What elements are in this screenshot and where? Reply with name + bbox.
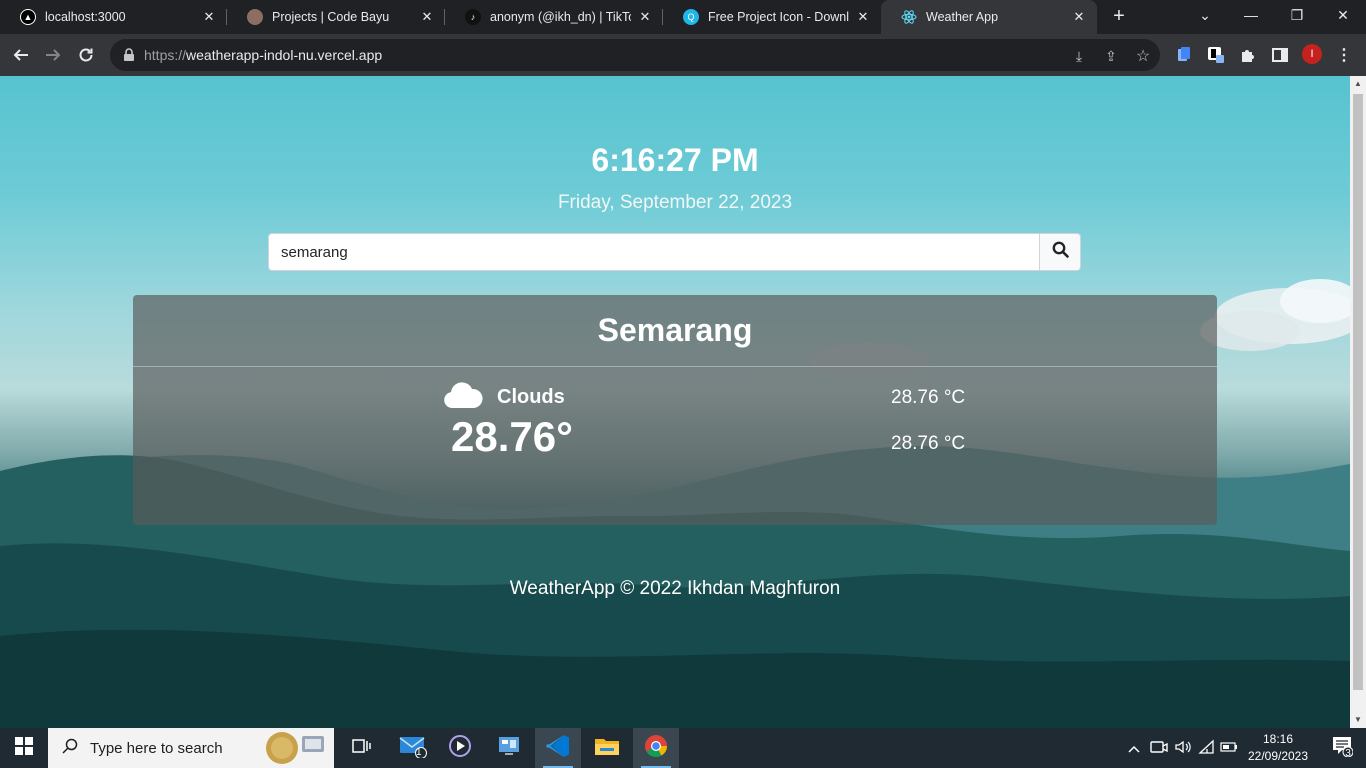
extensions-puzzle-icon[interactable] — [1238, 45, 1258, 65]
current-time: 6:16:27 PM — [591, 142, 759, 178]
page-scrollbar[interactable]: ▲ ▼ — [1350, 76, 1366, 728]
task-view-icon — [351, 738, 371, 759]
vscode-icon — [545, 733, 571, 764]
windows-logo-icon — [15, 736, 33, 760]
back-button[interactable] — [8, 42, 34, 68]
close-tab-icon[interactable]: ✕ — [201, 9, 217, 25]
windows-taskbar: Type here to search 1 18:16 22/09/2023 3 — [0, 728, 1366, 768]
chrome-icon — [644, 734, 668, 763]
temperature-max: 28.76 °C — [891, 433, 966, 454]
condition-label: Clouds — [497, 386, 565, 408]
side-panel-icon[interactable] — [1270, 45, 1290, 65]
close-tab-icon[interactable]: ✕ — [637, 9, 653, 25]
search-highlight-icon[interactable] — [262, 730, 326, 766]
lock-icon[interactable] — [122, 48, 136, 62]
taskbar-media-player[interactable] — [437, 728, 483, 768]
show-hidden-icons-button[interactable] — [1124, 728, 1144, 768]
tab-search-icon[interactable]: ⌄ — [1182, 0, 1228, 30]
control-panel-icon — [497, 735, 521, 762]
action-center-button[interactable]: 3 — [1322, 728, 1362, 768]
city-search-form — [268, 233, 1081, 271]
restore-button[interactable]: ❐ — [1274, 0, 1320, 30]
taskbar-clock[interactable]: 18:16 22/09/2023 — [1236, 731, 1320, 765]
chevron-up-icon — [1128, 741, 1140, 756]
city-search-input[interactable] — [268, 233, 1040, 271]
close-tab-icon[interactable]: ✕ — [1071, 9, 1087, 25]
tab-title: Weather App — [926, 10, 999, 24]
new-tab-button[interactable]: + — [1108, 6, 1130, 28]
tab-tiktok[interactable]: ♪ anonym (@ikh_dn) | TikTok ✕ — [445, 0, 663, 34]
share-icon[interactable]: ⇪ — [1102, 47, 1120, 65]
search-icon — [1052, 241, 1069, 263]
tab-code-bayu[interactable]: Projects | Code Bayu ✕ — [227, 0, 445, 34]
tray-network[interactable] — [1196, 728, 1218, 768]
scroll-up-icon[interactable]: ▲ — [1354, 80, 1362, 88]
tray-volume[interactable] — [1172, 728, 1194, 768]
cloud-icon — [443, 381, 483, 414]
bookmark-star-icon[interactable]: ☆ — [1134, 47, 1152, 65]
mail-icon — [398, 734, 428, 763]
wifi-icon — [1198, 739, 1216, 758]
tab-title: localhost:3000 — [45, 10, 126, 24]
taskbar-chrome[interactable] — [633, 728, 679, 768]
taskbar-vscode[interactable] — [535, 728, 581, 768]
search-icon — [62, 738, 78, 759]
install-icon[interactable]: ⤓ — [1070, 47, 1088, 65]
close-window-button[interactable]: ✕ — [1320, 0, 1366, 30]
react-icon — [901, 9, 917, 25]
camera-icon — [1150, 739, 1168, 758]
avatar-icon — [247, 9, 263, 25]
speaker-icon — [1174, 739, 1192, 758]
tab-strip: ▲ localhost:3000 ✕ Projects | Code Bayu … — [0, 0, 1366, 34]
tab-weather-app[interactable]: Weather App ✕ — [881, 0, 1097, 34]
tab-localhost[interactable]: ▲ localhost:3000 ✕ — [0, 0, 227, 34]
taskbar-control-panel[interactable] — [486, 728, 532, 768]
search-button[interactable] — [1040, 233, 1081, 271]
task-view-button[interactable] — [338, 728, 384, 768]
start-button[interactable] — [0, 728, 48, 768]
clock-date: 22/09/2023 — [1247, 749, 1309, 763]
temperature-min: 28.76 °C — [891, 387, 966, 408]
tiktok-icon: ♪ — [465, 9, 481, 25]
weather-condition: Clouds — [443, 381, 565, 414]
extension-docs-icon[interactable] — [1174, 45, 1194, 65]
forward-button[interactable] — [40, 42, 66, 68]
taskbar-search-box[interactable]: Type here to search — [48, 728, 334, 768]
play-icon — [448, 734, 472, 763]
reload-button[interactable] — [73, 42, 99, 68]
weather-card: Semarang Clouds 28.76° 28.76 °C 28.76 °C — [133, 295, 1217, 525]
url-host: weatherapp-indol-nu.vercel.app — [186, 47, 383, 63]
close-tab-icon[interactable]: ✕ — [855, 9, 871, 25]
taskbar-search-placeholder: Type here to search — [90, 739, 223, 757]
folder-icon — [594, 735, 620, 762]
profile-avatar[interactable]: I — [1302, 44, 1322, 64]
mail-badge: 1 — [416, 747, 422, 758]
url-scheme: https:// — [144, 47, 187, 63]
search-brand-icon: Q — [683, 9, 699, 25]
page-viewport: 6:16:27 PM Friday, September 22, 2023 Se… — [0, 76, 1350, 728]
tab-title: Free Project Icon - Download — [708, 10, 849, 24]
tray-meet-now[interactable] — [1148, 728, 1170, 768]
current-date: Friday, September 22, 2023 — [557, 192, 793, 213]
footer-credit: WeatherApp © 2022 Ikhdan Maghfuron — [509, 578, 841, 599]
triangle-icon: ▲ — [20, 9, 36, 25]
tab-title: Projects | Code Bayu — [272, 10, 390, 24]
scroll-down-icon[interactable]: ▼ — [1354, 716, 1362, 724]
minimize-button[interactable]: — — [1228, 0, 1274, 30]
close-tab-icon[interactable]: ✕ — [419, 9, 435, 25]
notification-count: 3 — [1345, 748, 1351, 759]
address-bar[interactable]: https://weatherapp-indol-nu.vercel.app ⤓… — [110, 39, 1160, 71]
clock-time: 18:16 — [1262, 732, 1294, 746]
taskbar-mail[interactable]: 1 — [390, 728, 436, 768]
taskbar-file-explorer[interactable] — [584, 728, 630, 768]
tab-free-project-icon[interactable]: Q Free Project Icon - Download ✕ — [663, 0, 881, 34]
extension-dark-icon[interactable] — [1206, 45, 1226, 65]
browser-toolbar: https://weatherapp-indol-nu.vercel.app ⤓… — [0, 34, 1366, 76]
url-text: https://weatherapp-indol-nu.vercel.app — [144, 47, 382, 63]
current-temperature: 28.76° — [451, 413, 573, 460]
city-name: Semarang — [133, 295, 1217, 367]
menu-kebab-icon[interactable]: ⋮ — [1334, 45, 1354, 65]
scrollbar-thumb[interactable] — [1353, 94, 1363, 690]
tab-title: anonym (@ikh_dn) | TikTok — [490, 10, 631, 24]
